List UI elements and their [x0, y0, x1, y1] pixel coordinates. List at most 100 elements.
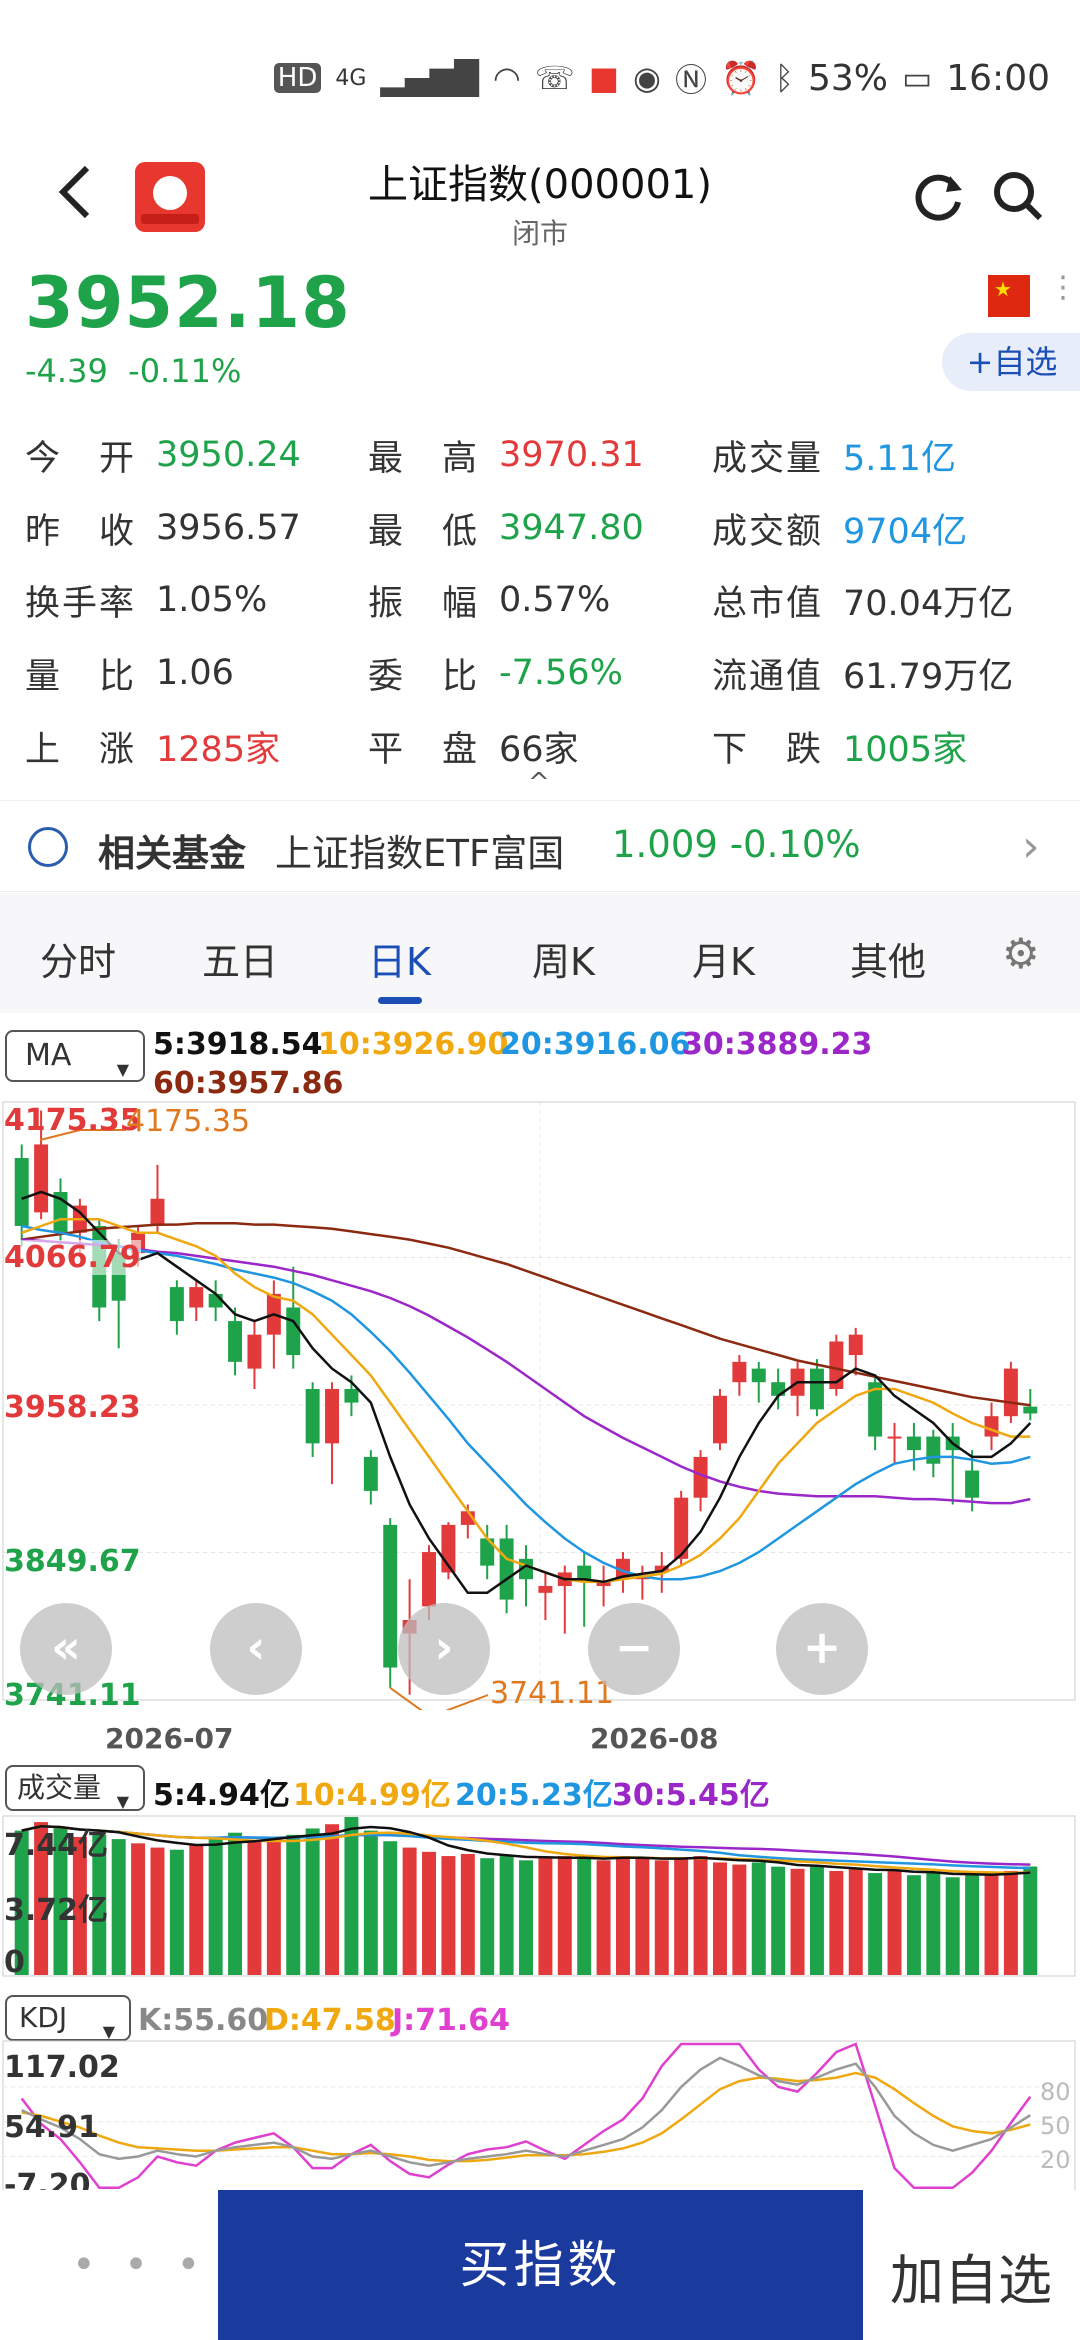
stat-value: 1.06 [156, 653, 234, 693]
vol10-value: 10:4.99亿 [293, 1778, 451, 1813]
stat-value: 1.05% [156, 580, 268, 620]
volume-bar [286, 1834, 301, 1975]
volume-bar [422, 1851, 437, 1975]
kdj-chart [2, 2040, 1076, 2190]
stat-value: -7.56% [499, 653, 623, 693]
volume-bar [693, 1856, 708, 1975]
scroll-left-button[interactable]: ‹ [210, 1603, 302, 1695]
stat-value: 3950.24 [156, 435, 301, 475]
stat-label: 成交量 [712, 438, 824, 479]
stat-label: 最 低 [368, 511, 480, 552]
volume-bar [344, 1817, 359, 1975]
vol-axis-mid: 3.72亿 [4, 1893, 109, 1928]
fund-name: 上证指数ETF富国 [275, 832, 565, 875]
volume-bar [635, 1858, 650, 1975]
candle-body [926, 1436, 941, 1464]
battery-percent: 53% [808, 57, 889, 99]
refresh-icon[interactable] [910, 168, 966, 224]
status-bar: HD 4G ▂▄▆█ ◠ ☏ ■ ◉ Ⓝ ⏰ ᛒ 53% ▭ 16:00 [0, 0, 1080, 160]
stat-label: 今 开 [25, 438, 137, 479]
stat-label: 振 幅 [368, 583, 480, 624]
candle-body [1023, 1406, 1038, 1414]
candle-body [228, 1321, 243, 1362]
volume-chart [2, 1815, 1076, 1977]
y-tick-3: 3849.67 [4, 1544, 141, 1579]
stat-value: 61.79万亿 [843, 656, 1014, 697]
candle-body [286, 1307, 301, 1356]
volume-bar [771, 1866, 786, 1975]
stat-label: 上 涨 [25, 729, 137, 770]
stat-item: 量 比 1.06 [25, 643, 234, 703]
volume-bar [538, 1858, 553, 1975]
vol-axis-top: 7.44亿 [4, 1828, 109, 1863]
stat-value: 70.04万亿 [843, 583, 1014, 624]
bluetooth-icon: ᛒ [774, 59, 794, 97]
kdj-j-value: J:71.64 [392, 2003, 511, 2038]
volume-bar [228, 1832, 243, 1975]
add-watchlist-bottom-button[interactable]: 加自选 [890, 2236, 1052, 2315]
candle-body [732, 1361, 747, 1383]
stat-label: 平 盘 [368, 729, 480, 770]
indicator-selector-volume[interactable]: 成交量 [5, 1765, 145, 1823]
tab-weekly-k[interactable]: 周K [532, 931, 595, 986]
kdj-k-value: K:55.60 [138, 2003, 269, 2038]
volume-bar [945, 1877, 960, 1975]
zoom-in-button[interactable]: + [776, 1603, 868, 1695]
scroll-start-button[interactable]: « [20, 1603, 112, 1695]
kdj-frame [2, 2040, 1076, 2190]
candle-body [325, 1389, 340, 1444]
vol30-value: 30:5.45亿 [612, 1778, 770, 1813]
volume-bar [751, 1862, 766, 1975]
tab-intraday[interactable]: 分时 [40, 931, 116, 986]
related-fund-row[interactable]: 相关基金 上证指数ETF富国 1.009 -0.10% › [0, 800, 1080, 892]
stat-label: 流通值 [712, 656, 824, 697]
indicator-selector-ma[interactable]: MA [5, 1030, 145, 1094]
stat-value: 0.57% [499, 580, 611, 620]
candle-body [422, 1552, 437, 1607]
zoom-out-button[interactable]: − [588, 1603, 680, 1695]
bottom-action-bar: • • • 买指数 加自选 [0, 2190, 1080, 2340]
volume-bar [305, 1828, 320, 1975]
vol5-value: 5:4.94亿 [153, 1778, 290, 1813]
add-watchlist-button[interactable]: +自选 [942, 333, 1080, 391]
collapse-caret-icon[interactable]: ^ [528, 768, 550, 798]
scroll-right-button[interactable]: › [398, 1603, 490, 1695]
volume-bar [577, 1858, 592, 1975]
stat-item: 昨 收 3956.57 [25, 498, 301, 558]
volume-bar [499, 1856, 514, 1975]
vol-axis-zero: 0 [4, 1945, 25, 1980]
stat-value: 1005家 [843, 729, 968, 770]
more-vertical-icon[interactable]: ⋮ [1048, 270, 1078, 305]
kdj-level-80: 80 [1040, 2078, 1071, 2106]
tab-monthly-k[interactable]: 月K [692, 931, 755, 986]
search-icon[interactable] [990, 168, 1046, 224]
volume-bar [480, 1858, 495, 1975]
y-tick-2: 3958.23 [4, 1390, 141, 1425]
volume-bar [790, 1868, 805, 1975]
stat-label: 换手率 [25, 583, 137, 624]
candle-body [169, 1287, 184, 1322]
stat-item: 振 幅 0.57% [368, 570, 610, 630]
x-tick-0: 2026-07 [105, 1722, 234, 1755]
gear-icon[interactable]: ⚙ [1002, 929, 1040, 978]
tab-daily-k[interactable]: 日K [368, 931, 431, 986]
indicator-selector-kdj[interactable]: KDJ [5, 1995, 131, 2053]
fund-quote: 1.009 -0.10% [612, 823, 861, 866]
fund-icon [28, 827, 68, 867]
tab-other[interactable]: 其他 [850, 931, 926, 986]
stat-item: 最 低 3947.80 [368, 498, 644, 558]
vol20-value: 20:5.23亿 [455, 1778, 613, 1813]
more-options-button[interactable]: • • • [72, 2242, 208, 2288]
candle-body [247, 1334, 262, 1369]
candlestick-chart[interactable] [0, 1100, 1080, 1710]
candle-body [344, 1389, 359, 1403]
volume-bar [383, 1841, 398, 1975]
volume-bar [732, 1864, 747, 1975]
alarm-icon: ⏰ [720, 59, 761, 97]
candle-body [965, 1470, 980, 1498]
tab-five-day[interactable]: 五日 [202, 931, 278, 986]
buy-index-button[interactable]: 买指数 [218, 2190, 863, 2340]
ma60-value: 60:3957.86 [153, 1066, 344, 1101]
network-label: 4G [335, 65, 367, 91]
volume-bar [868, 1873, 883, 1975]
